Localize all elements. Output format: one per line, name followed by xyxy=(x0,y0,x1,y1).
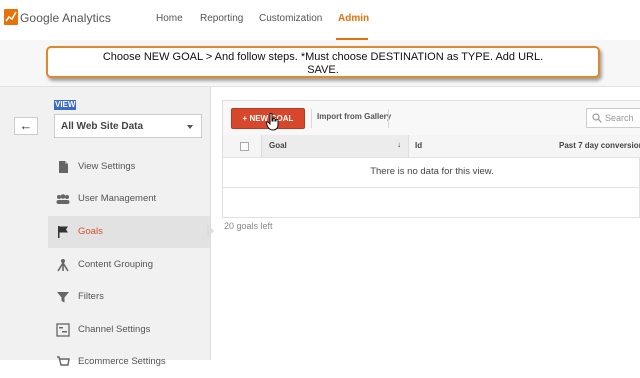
sidebar-item-filters[interactable]: Filters xyxy=(48,281,210,313)
sidebar-item-label: Filters xyxy=(78,291,104,302)
document-icon xyxy=(59,161,68,173)
goals-table-panel: + NEW GOAL Import from Gallery Search Go… xyxy=(222,100,640,218)
goals-remaining-count: 20 goals left xyxy=(224,221,273,231)
search-placeholder: Search xyxy=(605,113,634,123)
users-icon xyxy=(56,194,70,204)
search-input[interactable]: Search xyxy=(586,108,640,128)
view-selector[interactable]: All Web Site Data xyxy=(54,114,202,138)
no-data-message: There is no data for this view. xyxy=(370,166,494,177)
sidebar-item-view-settings[interactable]: View Settings xyxy=(48,151,210,183)
nav-home[interactable]: Home xyxy=(156,13,183,24)
channel-settings-icon xyxy=(56,323,70,337)
toolbar-divider xyxy=(388,109,389,128)
goals-table-header: Goal ↓ Id Past 7 day conversions xyxy=(223,135,640,158)
top-bar: Google Analytics Home Reporting Customiz… xyxy=(0,0,640,41)
chevron-down-icon xyxy=(187,125,193,129)
active-item-pointer xyxy=(207,224,214,238)
select-all-checkbox[interactable] xyxy=(240,142,249,151)
sidebar-item-label: Content Grouping xyxy=(78,259,153,270)
goals-toolbar: + NEW GOAL Import from Gallery Search xyxy=(223,101,640,136)
nav-admin[interactable]: Admin xyxy=(338,13,369,24)
table-divider xyxy=(223,187,640,188)
nav-customization[interactable]: Customization xyxy=(259,13,322,24)
sidebar-item-user-management[interactable]: User Management xyxy=(48,183,210,215)
sort-descending-icon: ↓ xyxy=(397,140,401,149)
sidebar-item-content-grouping[interactable]: Content Grouping xyxy=(48,249,210,281)
sidebar-item-label: Channel Settings xyxy=(78,324,151,335)
view-selector-value: All Web Site Data xyxy=(61,121,144,132)
column-header-id[interactable]: Id xyxy=(415,141,422,150)
sidebar-item-label: View Settings xyxy=(78,161,136,172)
column-header-past-7-day-conversions[interactable]: Past 7 day conversions xyxy=(559,141,640,150)
app-brand: Google Analytics xyxy=(20,11,111,25)
content-grouping-icon xyxy=(57,259,69,272)
sidebar-item-label: Goals xyxy=(78,226,103,237)
back-arrow-icon: ← xyxy=(19,118,33,133)
sidebar-item-label: User Management xyxy=(78,193,157,204)
back-button[interactable]: ← xyxy=(14,117,38,135)
flag-icon xyxy=(58,226,68,238)
instruction-callout: Choose NEW GOAL > And follow steps. *Mus… xyxy=(46,46,600,78)
instruction-line-2: SAVE. xyxy=(307,64,339,76)
sidebar-item-ecommerce-settings[interactable]: Ecommerce Settings xyxy=(48,346,210,378)
sidebar-item-goals[interactable]: Goals xyxy=(48,216,210,248)
sidebar-item-label: Ecommerce Settings xyxy=(78,356,166,367)
toolbar-divider xyxy=(311,109,312,128)
nav-reporting[interactable]: Reporting xyxy=(200,13,243,24)
sidebar-item-channel-settings[interactable]: Channel Settings xyxy=(48,314,210,346)
import-from-gallery-button[interactable]: Import from Gallery xyxy=(317,112,391,121)
hand-cursor-icon xyxy=(266,113,279,131)
column-header-goal: Goal xyxy=(269,141,287,150)
search-icon xyxy=(592,113,602,123)
google-analytics-logo-icon xyxy=(4,9,18,25)
instruction-line-1: Choose NEW GOAL > And follow steps. *Mus… xyxy=(102,51,544,63)
cart-icon xyxy=(57,356,70,366)
view-label: VIEW xyxy=(54,100,77,110)
filter-icon xyxy=(57,292,69,303)
